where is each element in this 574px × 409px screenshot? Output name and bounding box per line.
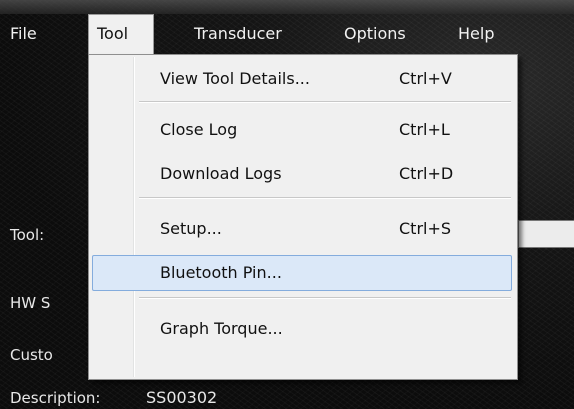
menu-item-shortcut: Ctrl+V — [399, 69, 452, 88]
tool-label: Tool: — [10, 226, 45, 244]
menu-item-shortcut: Ctrl+L — [399, 120, 450, 139]
description-label: Description: — [10, 389, 101, 407]
menu-item-label: Graph Torque... — [160, 319, 283, 338]
menu-item-graph-torque[interactable]: Graph Torque... — [92, 311, 512, 347]
menu-item-bluetooth-pin[interactable]: Bluetooth Pin... — [92, 255, 512, 291]
menu-item-view-tool-details[interactable]: View Tool Details... Ctrl+V — [92, 61, 512, 97]
menu-bar: File Tool Transducer Options Help — [0, 14, 574, 54]
hw-label: HW S — [10, 294, 51, 312]
menu-item-close-log[interactable]: Close Log Ctrl+L — [92, 112, 512, 148]
menu-item-label: Bluetooth Pin... — [160, 263, 282, 282]
description-value: SS00302 — [146, 388, 218, 407]
tool-dropdown-menu: View Tool Details... Ctrl+V Close Log Ct… — [88, 54, 518, 380]
menu-item-label: Setup... — [160, 219, 222, 238]
menu-separator — [139, 297, 511, 299]
customer-label: Custo — [10, 346, 53, 364]
menu-item-setup[interactable]: Setup... Ctrl+S — [92, 211, 512, 247]
menu-item-shortcut: Ctrl+D — [399, 164, 454, 183]
menu-separator — [139, 101, 511, 103]
menu-help[interactable]: Help — [450, 14, 502, 54]
menu-transducer[interactable]: Transducer — [186, 14, 290, 54]
menu-separator — [139, 197, 511, 199]
menu-options[interactable]: Options — [336, 14, 414, 54]
menu-item-label: Download Logs — [160, 164, 282, 183]
app-window: File Tool Transducer Options Help Tool: … — [0, 0, 574, 409]
menu-item-label: Close Log — [160, 120, 238, 139]
menu-tool[interactable]: Tool — [88, 14, 154, 54]
title-strip — [0, 0, 574, 14]
menu-item-download-logs[interactable]: Download Logs Ctrl+D — [92, 156, 512, 192]
menu-item-shortcut: Ctrl+S — [399, 219, 452, 238]
menu-file[interactable]: File — [2, 14, 45, 54]
tool-field[interactable] — [518, 220, 574, 248]
menu-item-label: View Tool Details... — [160, 69, 310, 88]
